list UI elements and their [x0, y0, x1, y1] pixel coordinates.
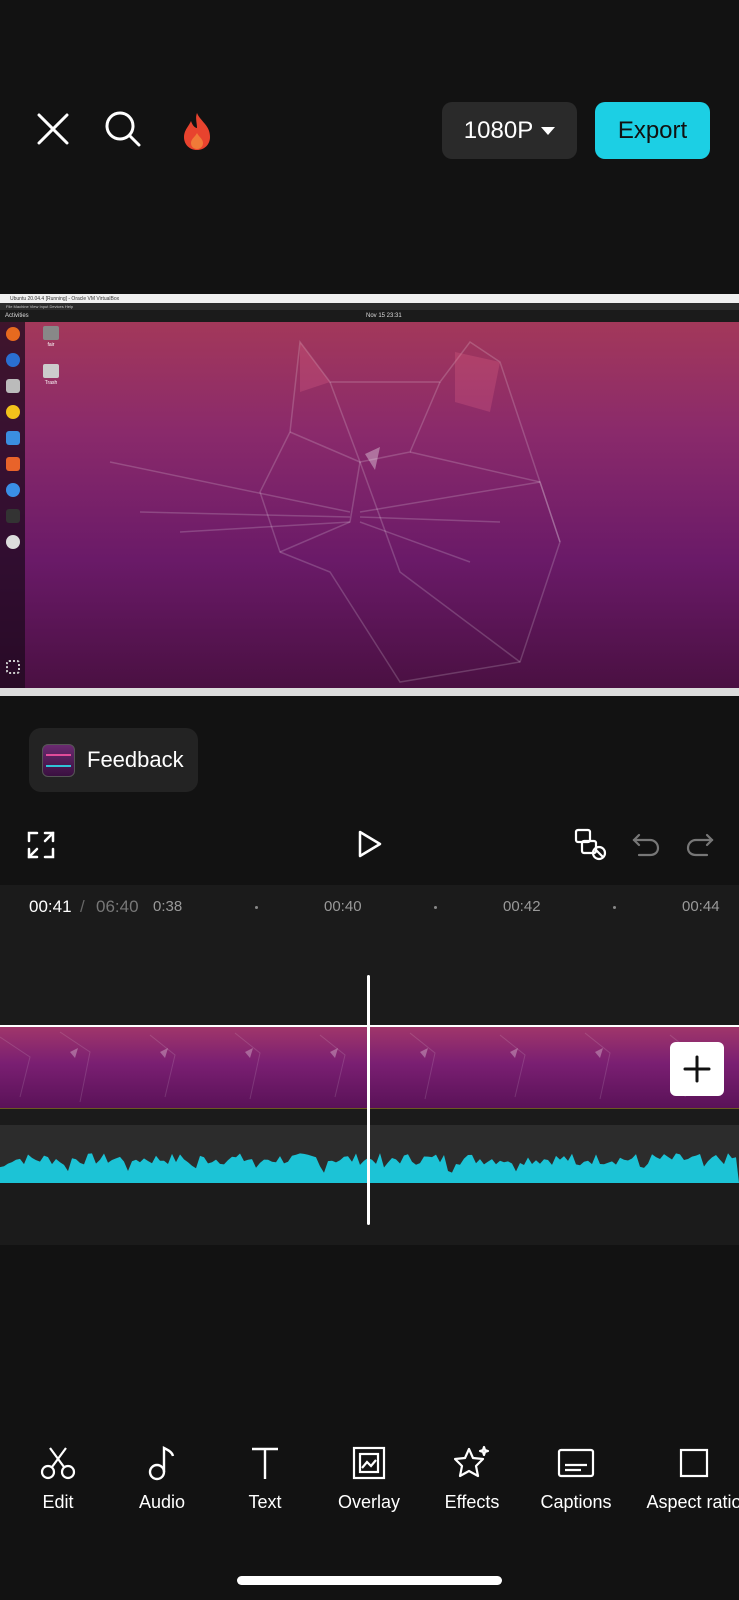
tool-aspect-ratio[interactable]: Aspect ratio	[639, 1440, 739, 1513]
top-bar: 1080P Export	[0, 0, 739, 290]
puma-wallpaper-art	[109, 340, 561, 683]
tool-effects[interactable]: Effects	[422, 1440, 522, 1513]
trash-icon	[43, 364, 59, 378]
playhead[interactable]	[367, 975, 370, 1225]
feedback-thumbnail	[42, 743, 75, 777]
current-time: 00:41	[29, 897, 72, 916]
effects-star-icon	[454, 1445, 490, 1478]
undo-button[interactable]	[628, 826, 664, 862]
chevron-down-icon	[541, 126, 556, 135]
captions-icon	[557, 1448, 595, 1478]
fullscreen-icon	[27, 831, 55, 859]
tool-audio[interactable]: Audio	[112, 1440, 212, 1513]
bottom-toolbar: Edit Audio Text Overlay Effects Captions…	[0, 1440, 739, 1530]
redo-icon	[686, 833, 714, 857]
overlay-icon	[352, 1446, 386, 1480]
tool-label: Captions	[540, 1492, 612, 1512]
desktop-icon-trash: Trash	[42, 364, 60, 386]
firefox-icon	[6, 327, 20, 341]
rhythmbox-icon	[6, 405, 20, 419]
desktop-icon-label: fair	[47, 342, 55, 348]
timeline-tick: 00:42	[503, 898, 541, 915]
activities-label: Activities	[5, 313, 29, 319]
play-icon	[358, 830, 382, 858]
scissors-icon	[40, 1447, 76, 1480]
export-button[interactable]: Export	[595, 102, 710, 159]
writer-icon	[6, 431, 20, 445]
playback-controls	[0, 820, 739, 880]
feedback-button[interactable]: Feedback	[29, 728, 198, 792]
tool-label: Text	[248, 1492, 282, 1512]
feedback-label: Feedback	[87, 747, 184, 772]
terminal-icon	[6, 509, 20, 523]
thunderbird-icon	[6, 353, 20, 367]
tool-overlay[interactable]: Overlay	[319, 1440, 419, 1513]
home-indicator[interactable]	[237, 1576, 502, 1585]
close-icon	[37, 113, 69, 145]
ubuntu-top-bar: Activities Nov 15 23:31	[0, 310, 739, 322]
ubuntu-clock: Nov 15 23:31	[366, 313, 402, 319]
trending-button[interactable]	[176, 108, 218, 154]
search-icon	[105, 111, 141, 147]
timeline-tick-dot	[434, 906, 437, 909]
redo-button[interactable]	[682, 826, 718, 862]
aspect-ratio-icon	[679, 1448, 709, 1478]
timeline-tick: 00:44	[682, 898, 720, 915]
ubuntu-desktop-wallpaper	[0, 322, 739, 688]
resolution-value: 1080P	[463, 116, 534, 144]
keyframe-off-icon	[574, 828, 607, 861]
video-preview[interactable]: Ubuntu 20.04.4 [Running] - Oracle VM Vir…	[0, 294, 739, 696]
plus-icon	[683, 1055, 711, 1083]
software-icon	[6, 457, 20, 471]
tool-captions[interactable]: Captions	[526, 1440, 626, 1513]
tool-label: Edit	[42, 1492, 74, 1512]
help-icon	[6, 483, 20, 497]
fire-icon	[184, 113, 210, 150]
resolution-dropdown[interactable]: 1080P	[442, 102, 577, 159]
home-folder-icon	[43, 326, 59, 340]
play-button[interactable]	[352, 826, 388, 862]
desktop-icon-home: fair	[42, 326, 60, 348]
tool-edit[interactable]: Edit	[8, 1440, 108, 1513]
ubuntu-dock	[0, 322, 25, 688]
tool-text[interactable]: Text	[215, 1440, 315, 1513]
tool-label: Effects	[444, 1492, 500, 1512]
vm-menu-bar: File Machine View Input Devices Help	[0, 303, 739, 310]
total-duration: 06:40	[96, 897, 139, 916]
close-button[interactable]	[32, 108, 74, 150]
fullscreen-button[interactable]	[24, 828, 58, 862]
app-grid-icon	[6, 660, 20, 674]
time-separator: /	[80, 897, 85, 916]
timeline[interactable]: 00:41 / 06:40 0:38 00:40 00:42 00:44	[0, 885, 739, 1245]
timeline-tick-dot	[255, 906, 258, 909]
desktop-icon-label: Trash	[44, 380, 58, 386]
vm-status-bar	[0, 688, 739, 696]
search-button[interactable]	[102, 108, 144, 150]
timeline-tick: 00:40	[324, 898, 362, 915]
files-icon	[6, 379, 20, 393]
tool-label: Aspect ratio	[646, 1492, 739, 1512]
tool-label: Audio	[138, 1492, 186, 1512]
timeline-tick-dot	[613, 906, 616, 909]
music-note-icon	[148, 1446, 175, 1481]
text-icon	[252, 1447, 278, 1479]
add-clip-button[interactable]	[670, 1042, 724, 1096]
keyframe-button[interactable]	[573, 826, 609, 862]
disc-icon	[6, 535, 20, 549]
timeline-tick: 0:38	[153, 898, 183, 915]
tool-label: Overlay	[337, 1492, 400, 1512]
undo-icon	[632, 833, 660, 857]
